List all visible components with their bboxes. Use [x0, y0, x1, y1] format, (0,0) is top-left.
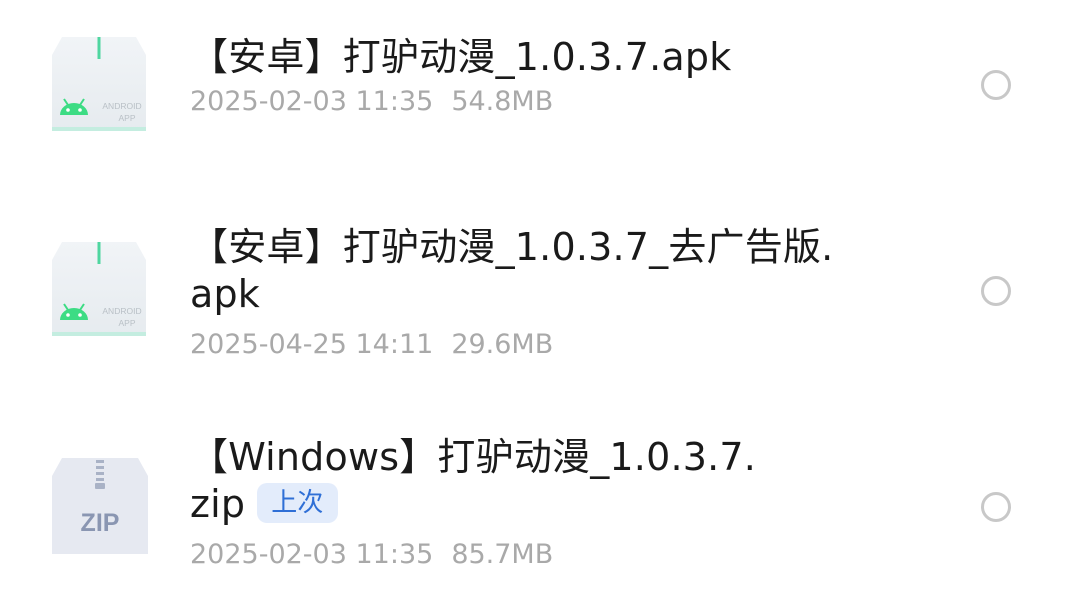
file-info: 【安卓】打驴动漫_1.0.3.7_去广告版. apk 2025-04-25 14…: [190, 224, 930, 362]
file-name-ext: zip: [190, 482, 246, 526]
file-name: 【Windows】打驴动漫_1.0.3.7. zip 上次: [190, 434, 930, 528]
file-info: 【Windows】打驴动漫_1.0.3.7. zip 上次 2025-02-03 …: [190, 434, 930, 572]
android-apk-icon: ANDROID APP: [52, 242, 146, 336]
file-name-line: apk: [190, 272, 261, 316]
file-size: 85.7MB: [451, 539, 554, 570]
file-date: 2025-04-25 14:11: [190, 329, 434, 360]
android-apk-icon: ANDROID APP: [52, 37, 146, 131]
zip-archive-icon: ZIP: [52, 458, 148, 554]
select-radio[interactable]: [981, 276, 1011, 306]
last-used-badge: 上次: [257, 483, 338, 523]
file-name: 【安卓】打驴动漫_1.0.3.7_去广告版. apk: [190, 224, 930, 318]
icon-label: ANDROID: [102, 101, 141, 111]
file-date: 2025-02-03 11:35: [190, 86, 434, 117]
icon-label: APP: [118, 318, 135, 328]
file-row[interactable]: ANDROID APP 【安卓】打驴动漫_1.0.3.7_去广告版. apk 2…: [0, 210, 1080, 380]
file-name: 【安卓】打驴动漫_1.0.3.7.apk: [190, 35, 732, 79]
icon-label: APP: [118, 113, 135, 123]
select-radio[interactable]: [981, 492, 1011, 522]
file-meta: 2025-04-25 14:11 29.6MB: [190, 328, 930, 362]
file-list: ANDROID APP 【安卓】打驴动漫_1.0.3.7.apk 2025-02…: [0, 0, 1080, 608]
file-meta: 2025-02-03 11:35 54.8MB: [190, 85, 930, 119]
file-meta: 2025-02-03 11:35 85.7MB: [190, 538, 930, 572]
file-size: 54.8MB: [451, 86, 554, 117]
file-date: 2025-02-03 11:35: [190, 539, 434, 570]
file-info: 【安卓】打驴动漫_1.0.3.7.apk 2025-02-03 11:35 54.…: [190, 34, 930, 119]
file-row[interactable]: ZIP 【Windows】打驴动漫_1.0.3.7. zip 上次 2025-02…: [0, 420, 1080, 608]
file-name-line: 【Windows】打驴动漫_1.0.3.7.: [190, 435, 757, 479]
select-radio[interactable]: [981, 70, 1011, 100]
icon-label: ANDROID: [102, 306, 141, 316]
file-name-line: zip 上次: [190, 481, 930, 528]
icon-label: ZIP: [81, 509, 120, 537]
file-size: 29.6MB: [451, 329, 554, 360]
file-row[interactable]: ANDROID APP 【安卓】打驴动漫_1.0.3.7.apk 2025-02…: [0, 0, 1080, 190]
file-name-line: 【安卓】打驴动漫_1.0.3.7_去广告版.: [190, 225, 834, 269]
